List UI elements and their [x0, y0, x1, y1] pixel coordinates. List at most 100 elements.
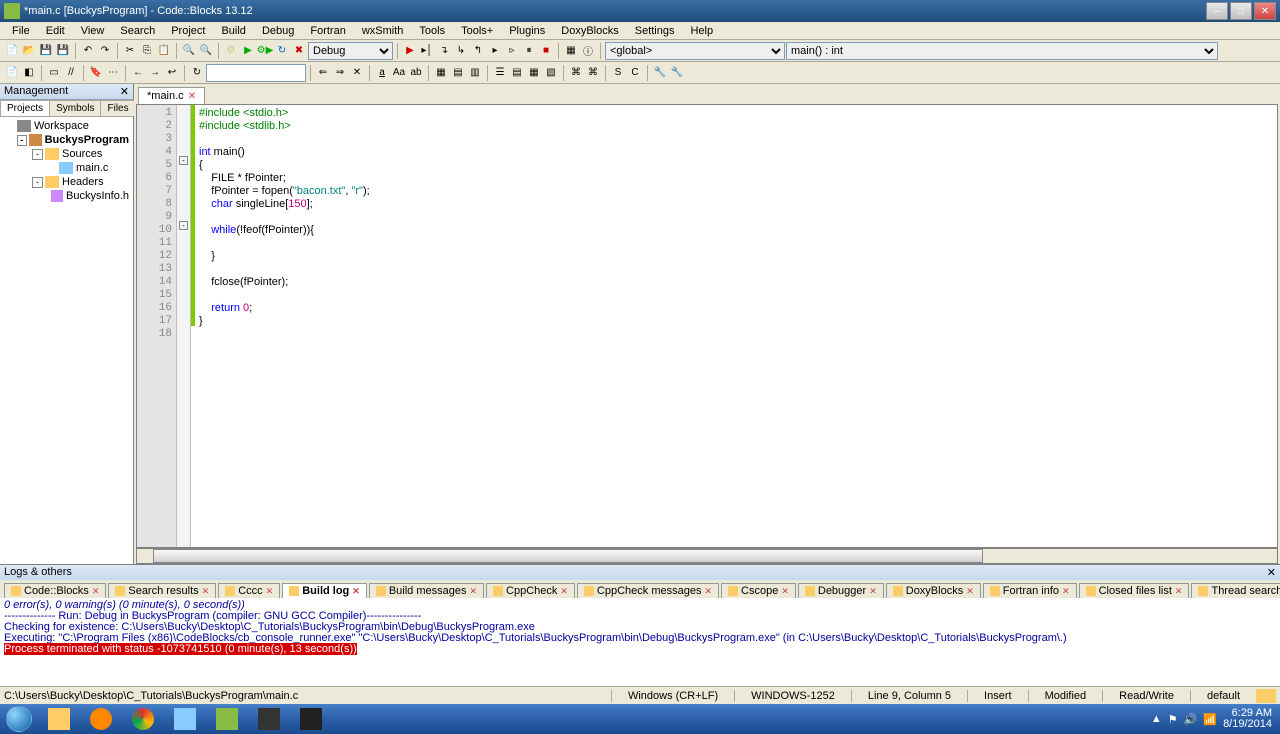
run-to-cursor-icon[interactable]: ▸│: [419, 43, 435, 59]
logs-tab-close-icon[interactable]: ✕: [1062, 586, 1070, 597]
code-editor[interactable]: 1 2 3 4 5 6 7 8 9 10 11 12 13 14 15 16 1…: [136, 104, 1278, 548]
comment-icon[interactable]: //: [63, 65, 79, 81]
clear-icon[interactable]: ✕: [349, 65, 365, 81]
logs-tab-buildlog[interactable]: Build log✕: [282, 583, 367, 598]
menu-edit[interactable]: Edit: [38, 23, 73, 39]
logs-tab-buildmessages[interactable]: Build messages✕: [369, 583, 484, 598]
break-icon[interactable]: ⏸: [521, 43, 537, 59]
code-content[interactable]: #include <stdio.h>#include <stdlib.h> in…: [195, 105, 1277, 547]
view2-icon[interactable]: ▤: [509, 65, 525, 81]
logs-tab-codeblocks[interactable]: Code::Blocks✕: [4, 583, 106, 598]
step-instr-icon[interactable]: ▹: [504, 43, 520, 59]
taskbar-paint[interactable]: [165, 705, 205, 733]
replace-icon[interactable]: 🔍: [198, 43, 214, 59]
select-icon[interactable]: ▭: [46, 65, 62, 81]
next-line-icon[interactable]: ↴: [436, 43, 452, 59]
close-button[interactable]: ✕: [1254, 2, 1276, 20]
system-tray[interactable]: ▲ ⚑ 🔊 📶 6:29 AM 8/19/2014: [1143, 708, 1280, 730]
tray-network-icon[interactable]: 📶: [1203, 713, 1217, 726]
doxy1-icon[interactable]: ⌘: [568, 65, 584, 81]
taskbar-media[interactable]: [81, 705, 121, 733]
undo-icon[interactable]: ↶: [80, 43, 96, 59]
logs-tab-close-icon[interactable]: ✕: [469, 586, 477, 597]
start-button[interactable]: [0, 704, 38, 734]
save-icon[interactable]: 💾: [38, 43, 54, 59]
logs-tab-close-icon[interactable]: ✕: [1175, 586, 1183, 597]
sidebar-tab-symbols[interactable]: Symbols: [49, 100, 101, 116]
tree-item[interactable]: -Headers: [2, 175, 131, 189]
new-file-icon[interactable]: 📄: [4, 43, 20, 59]
menu-debug[interactable]: Debug: [254, 23, 302, 39]
logs-tab-close-icon[interactable]: ✕: [869, 586, 877, 597]
menu-fortran[interactable]: Fortran: [302, 23, 353, 39]
wrench2-icon[interactable]: 🔧: [669, 65, 685, 81]
maximize-button[interactable]: □: [1230, 2, 1252, 20]
function-select[interactable]: main() : int: [786, 42, 1218, 60]
build-icon[interactable]: ⚙: [223, 43, 239, 59]
logs-tab-fortraninfo[interactable]: Fortran info✕: [983, 583, 1077, 598]
hl-icon[interactable]: a: [374, 65, 390, 81]
step-out-icon[interactable]: ↰: [470, 43, 486, 59]
toggle-source-icon[interactable]: 📄: [4, 65, 20, 81]
project-tree[interactable]: Workspace-BuckysProgram-Sourcesmain.c-He…: [0, 117, 133, 564]
menu-help[interactable]: Help: [682, 23, 721, 39]
find-icon[interactable]: 🔍: [181, 43, 197, 59]
logs-tab-close-icon[interactable]: ✕: [92, 586, 100, 597]
cut-icon[interactable]: ✂: [122, 43, 138, 59]
tab-close-icon[interactable]: ✕: [188, 91, 196, 102]
dock3-icon[interactable]: ▥: [467, 65, 483, 81]
stop-debug-icon[interactable]: ■: [538, 43, 554, 59]
tree-item[interactable]: -BuckysProgram: [2, 133, 131, 147]
sidebar-tab-files[interactable]: Files: [100, 100, 135, 116]
logs-tab-cccc[interactable]: Cccc✕: [218, 583, 280, 598]
logs-tab-searchresults[interactable]: Search results✕: [108, 583, 216, 598]
rebuild-icon[interactable]: ↻: [274, 43, 290, 59]
menu-wxsmith[interactable]: wxSmith: [354, 23, 412, 39]
tray-clock[interactable]: 6:29 AM 8/19/2014: [1223, 708, 1272, 730]
abort-icon[interactable]: ✖: [291, 43, 307, 59]
step-into-icon[interactable]: ↳: [453, 43, 469, 59]
menu-plugins[interactable]: Plugins: [501, 23, 553, 39]
paste-icon[interactable]: 📋: [156, 43, 172, 59]
logs-tab-close-icon[interactable]: ✕: [966, 586, 974, 597]
info-icon[interactable]: ⓘ: [580, 43, 596, 59]
misc-icon[interactable]: ⋯: [105, 65, 121, 81]
logs-tab-close-icon[interactable]: ✕: [560, 586, 568, 597]
search-input[interactable]: [206, 64, 306, 82]
tray-sound-icon[interactable]: 🔊: [1184, 713, 1198, 726]
dock2-icon[interactable]: ▤: [450, 65, 466, 81]
menu-project[interactable]: Project: [163, 23, 213, 39]
menu-view[interactable]: View: [73, 23, 113, 39]
case-icon[interactable]: Aa: [391, 65, 407, 81]
build-run-icon[interactable]: ⚙▶: [257, 43, 273, 59]
fold-margin[interactable]: --: [177, 105, 191, 547]
menu-search[interactable]: Search: [112, 23, 163, 39]
logs-tab-cscope[interactable]: Cscope✕: [721, 583, 796, 598]
s-icon[interactable]: S: [610, 65, 626, 81]
menu-doxyblocks[interactable]: DoxyBlocks: [553, 23, 626, 39]
taskbar-chrome[interactable]: [123, 705, 163, 733]
tree-item[interactable]: Workspace: [2, 119, 131, 133]
wrench1-icon[interactable]: 🔧: [652, 65, 668, 81]
taskbar-explorer[interactable]: [39, 705, 79, 733]
menu-settings[interactable]: Settings: [627, 23, 683, 39]
last-jump-icon[interactable]: ↩: [164, 65, 180, 81]
logs-tab-threadsearch[interactable]: Thread search✕: [1191, 583, 1280, 598]
logs-tab-close-icon[interactable]: ✕: [352, 586, 360, 597]
copy-icon[interactable]: ⎘: [139, 43, 155, 59]
build-log-content[interactable]: 0 error(s), 0 warning(s) (0 minute(s), 0…: [0, 598, 1280, 686]
logs-tab-debugger[interactable]: Debugger✕: [798, 583, 884, 598]
fwd-icon[interactable]: →: [147, 65, 163, 81]
menu-file[interactable]: File: [4, 23, 38, 39]
menu-tools[interactable]: Tools+: [453, 23, 501, 39]
c-icon[interactable]: C: [627, 65, 643, 81]
logs-close-icon[interactable]: ✕: [1267, 566, 1276, 579]
tree-item[interactable]: main.c: [2, 161, 131, 175]
sidebar-close-icon[interactable]: ✕: [120, 85, 129, 98]
bookmark-icon[interactable]: 🔖: [88, 65, 104, 81]
debug-run-icon[interactable]: ▶: [402, 43, 418, 59]
debug-windows-icon[interactable]: ▦: [563, 43, 579, 59]
run-icon[interactable]: ▶: [240, 43, 256, 59]
prev-icon[interactable]: ⇐: [315, 65, 331, 81]
menu-build[interactable]: Build: [213, 23, 253, 39]
